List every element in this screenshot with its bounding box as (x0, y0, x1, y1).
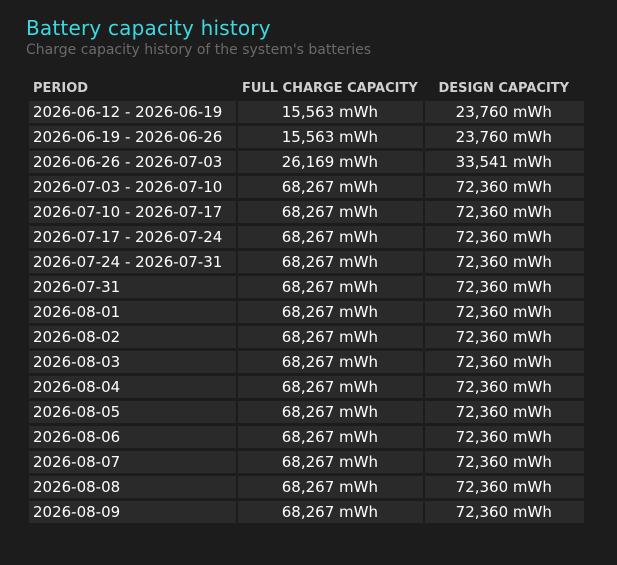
design-capacity-cell: 72,360 mWh (424, 176, 584, 198)
table-row: 2026-08-08 68,267 mWh 72,360 mWh (29, 476, 584, 498)
table-row: 2026-08-02 68,267 mWh 72,360 mWh (29, 326, 584, 348)
period-cell: 2026-07-17 - 2026-07-24 (29, 226, 236, 248)
design-capacity-cell: 72,360 mWh (424, 451, 584, 473)
period-cell: 2026-08-02 (29, 326, 236, 348)
full-charge-capacity-cell: 15,563 mWh (238, 101, 423, 123)
table-row: 2026-08-03 68,267 mWh 72,360 mWh (29, 351, 584, 373)
full-charge-capacity-cell: 26,169 mWh (238, 151, 423, 173)
period-cell: 2026-06-19 - 2026-06-26 (29, 126, 236, 148)
design-capacity-cell: 72,360 mWh (424, 226, 584, 248)
design-capacity-cell: 72,360 mWh (424, 276, 584, 298)
table-row: 2026-08-06 68,267 mWh 72,360 mWh (29, 426, 584, 448)
battery-capacity-history-section: Battery capacity history Charge capacity… (0, 0, 617, 526)
full-charge-capacity-cell: 68,267 mWh (238, 451, 423, 473)
design-capacity-cell: 23,760 mWh (424, 101, 584, 123)
table-header: PERIOD FULL CHARGE CAPACITY DESIGN CAPAC… (29, 78, 584, 98)
period-cell: 2026-08-08 (29, 476, 236, 498)
table-row: 2026-07-31 68,267 mWh 72,360 mWh (29, 276, 584, 298)
period-cell: 2026-06-26 - 2026-07-03 (29, 151, 236, 173)
full-charge-capacity-cell: 68,267 mWh (238, 501, 423, 523)
design-capacity-cell: 72,360 mWh (424, 501, 584, 523)
period-cell: 2026-08-01 (29, 301, 236, 323)
table-header-row: PERIOD FULL CHARGE CAPACITY DESIGN CAPAC… (29, 78, 584, 98)
period-cell: 2026-08-09 (29, 501, 236, 523)
design-capacity-cell: 72,360 mWh (424, 376, 584, 398)
table-row: 2026-08-07 68,267 mWh 72,360 mWh (29, 451, 584, 473)
period-cell: 2026-06-12 - 2026-06-19 (29, 101, 236, 123)
design-capacity-cell: 23,760 mWh (424, 126, 584, 148)
period-cell: 2026-08-03 (29, 351, 236, 373)
table-row: 2026-06-19 - 2026-06-26 15,563 mWh 23,76… (29, 126, 584, 148)
period-cell: 2026-07-03 - 2026-07-10 (29, 176, 236, 198)
design-capacity-cell: 72,360 mWh (424, 251, 584, 273)
full-charge-capacity-cell: 68,267 mWh (238, 351, 423, 373)
period-cell: 2026-08-05 (29, 401, 236, 423)
column-header-design-capacity: DESIGN CAPACITY (438, 80, 570, 96)
full-charge-capacity-cell: 68,267 mWh (238, 251, 423, 273)
full-charge-capacity-cell: 68,267 mWh (238, 426, 423, 448)
table-row: 2026-07-03 - 2026-07-10 68,267 mWh 72,36… (29, 176, 584, 198)
design-capacity-cell: 72,360 mWh (424, 426, 584, 448)
page-title: Battery capacity history (26, 16, 271, 40)
full-charge-capacity-cell: 68,267 mWh (238, 276, 423, 298)
table-row: 2026-07-10 - 2026-07-17 68,267 mWh 72,36… (29, 201, 584, 223)
period-cell: 2026-07-24 - 2026-07-31 (29, 251, 236, 273)
full-charge-capacity-cell: 68,267 mWh (238, 401, 423, 423)
period-cell: 2026-07-31 (29, 276, 236, 298)
full-charge-capacity-cell: 68,267 mWh (238, 201, 423, 223)
table-row: 2026-07-17 - 2026-07-24 68,267 mWh 72,36… (29, 226, 584, 248)
table-row: 2026-08-09 68,267 mWh 72,360 mWh (29, 501, 584, 523)
table-row: 2026-08-01 68,267 mWh 72,360 mWh (29, 301, 584, 323)
page-subtitle: Charge capacity history of the system's … (26, 42, 372, 58)
table-body: 2026-06-12 - 2026-06-19 15,563 mWh 23,76… (29, 101, 584, 523)
design-capacity-cell: 72,360 mWh (424, 201, 584, 223)
full-charge-capacity-cell: 15,563 mWh (238, 126, 423, 148)
column-header-full-charge-capacity: FULL CHARGE CAPACITY (242, 80, 418, 96)
table-row: 2026-08-05 68,267 mWh 72,360 mWh (29, 401, 584, 423)
design-capacity-cell: 72,360 mWh (424, 476, 584, 498)
period-cell: 2026-08-04 (29, 376, 236, 398)
design-capacity-cell: 72,360 mWh (424, 351, 584, 373)
capacity-history-table: PERIOD FULL CHARGE CAPACITY DESIGN CAPAC… (27, 75, 586, 526)
period-cell: 2026-07-10 - 2026-07-17 (29, 201, 236, 223)
design-capacity-cell: 72,360 mWh (424, 401, 584, 423)
design-capacity-cell: 33,541 mWh (424, 151, 584, 173)
table-row: 2026-06-12 - 2026-06-19 15,563 mWh 23,76… (29, 101, 584, 123)
full-charge-capacity-cell: 68,267 mWh (238, 476, 423, 498)
full-charge-capacity-cell: 68,267 mWh (238, 176, 423, 198)
full-charge-capacity-cell: 68,267 mWh (238, 326, 423, 348)
full-charge-capacity-cell: 68,267 mWh (238, 226, 423, 248)
design-capacity-cell: 72,360 mWh (424, 326, 584, 348)
column-header-period: PERIOD (33, 80, 89, 96)
full-charge-capacity-cell: 68,267 mWh (238, 376, 423, 398)
table-row: 2026-06-26 - 2026-07-03 26,169 mWh 33,54… (29, 151, 584, 173)
period-cell: 2026-08-07 (29, 451, 236, 473)
full-charge-capacity-cell: 68,267 mWh (238, 301, 423, 323)
table-row: 2026-08-04 68,267 mWh 72,360 mWh (29, 376, 584, 398)
period-cell: 2026-08-06 (29, 426, 236, 448)
table-row: 2026-07-24 - 2026-07-31 68,267 mWh 72,36… (29, 251, 584, 273)
design-capacity-cell: 72,360 mWh (424, 301, 584, 323)
